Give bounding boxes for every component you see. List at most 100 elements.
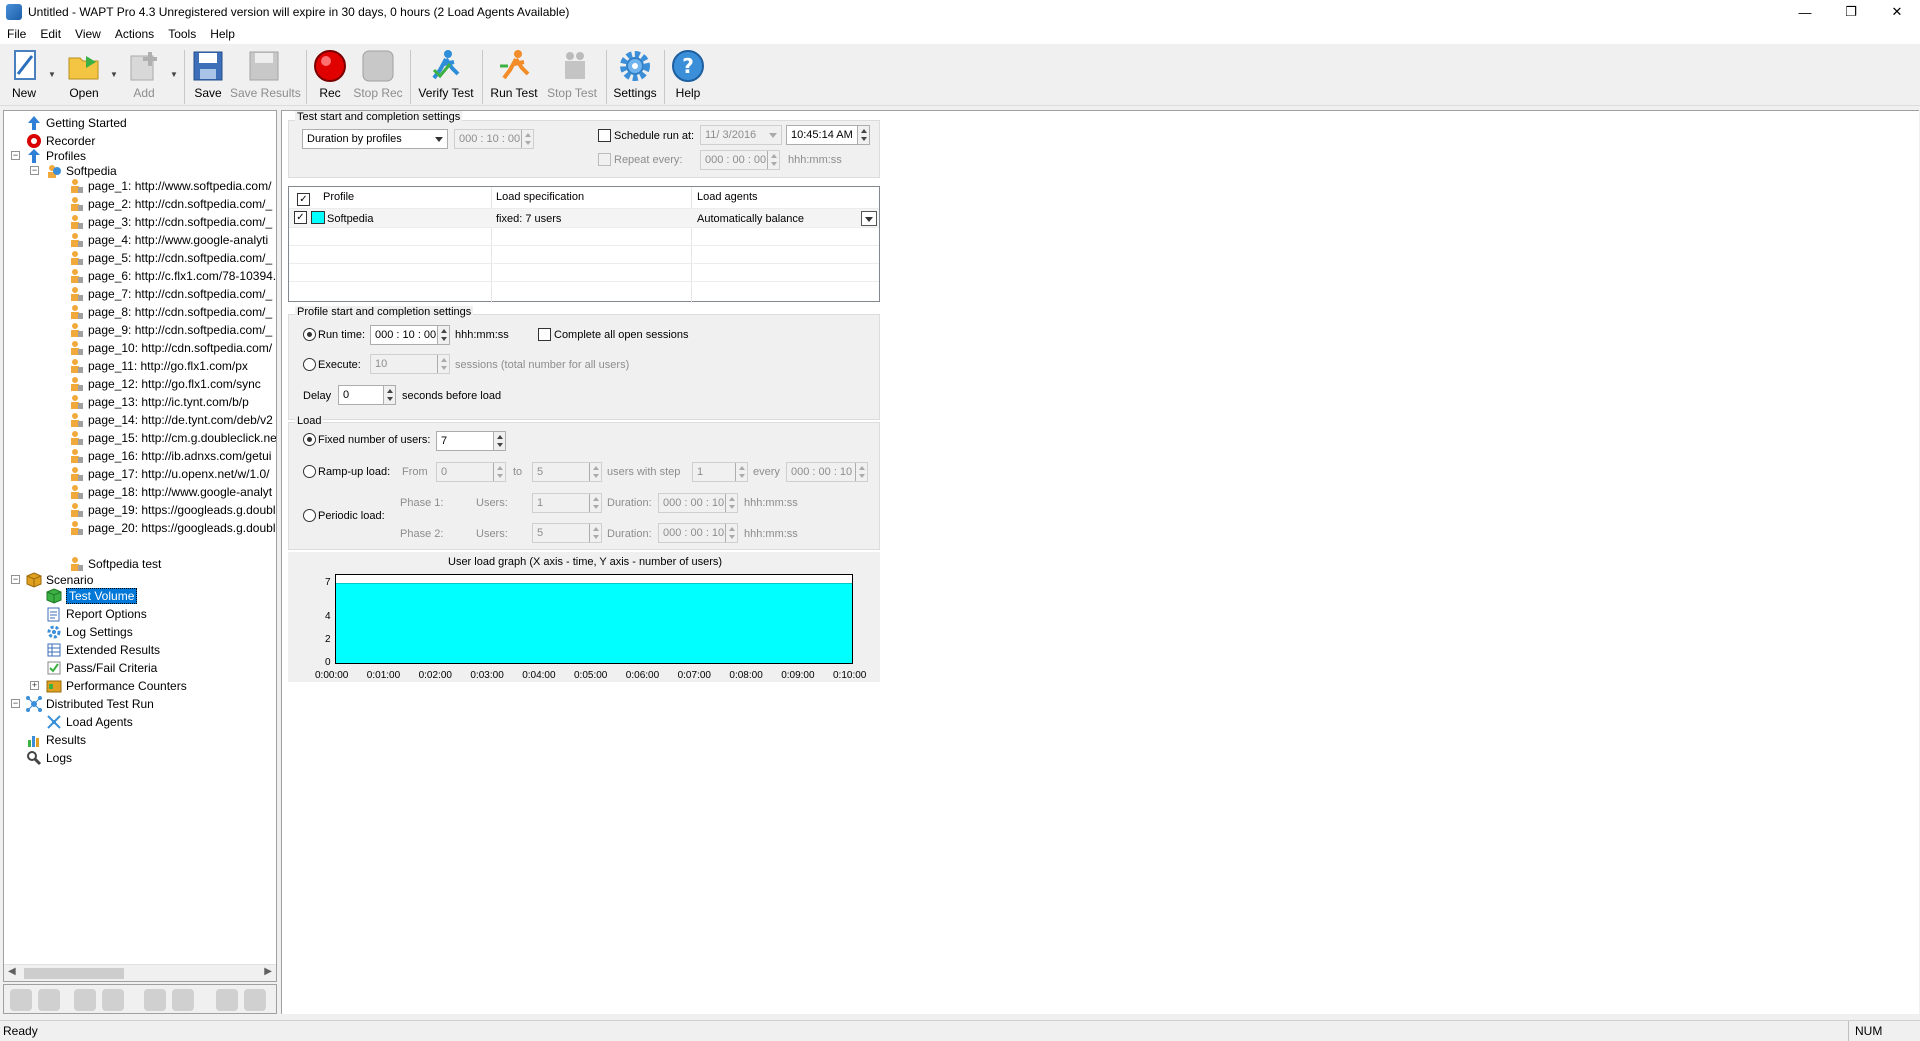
execute-sessions-field[interactable]: 10 bbox=[370, 354, 450, 374]
tree-node-page[interactable]: page_2: http://cdn.softpedia.com/_ bbox=[68, 195, 272, 213]
tree-node-page[interactable]: page_13: http://ic.tynt.com/b/p bbox=[68, 393, 249, 411]
paste-icon[interactable] bbox=[102, 989, 124, 1011]
spinner-icon[interactable] bbox=[767, 151, 779, 169]
select-all-checkbox[interactable]: ✓ bbox=[297, 193, 310, 206]
header-load-spec[interactable]: Load specification bbox=[496, 191, 584, 203]
tree-node-page[interactable]: page_4: http://www.google-analyti bbox=[68, 231, 268, 249]
spinner-icon[interactable] bbox=[589, 524, 601, 542]
tree-node-distributed-test-run[interactable]: Distributed Test Run bbox=[26, 695, 154, 713]
add-dropdown-arrow-icon[interactable]: ▼ bbox=[170, 70, 178, 79]
tree-node-log-settings[interactable]: Log Settings bbox=[46, 623, 133, 641]
load-agents-cell[interactable]: Automatically balance bbox=[697, 213, 804, 225]
minimize-button[interactable]: — bbox=[1782, 0, 1828, 24]
spinner-icon[interactable] bbox=[383, 386, 395, 404]
test-duration-field[interactable]: 000 : 10 : 00 bbox=[454, 129, 534, 149]
restore-button[interactable]: ❐ bbox=[1828, 0, 1874, 24]
tree-node-page[interactable]: page_19: https://googleads.g.doubl bbox=[68, 501, 276, 519]
menu-actions[interactable]: Actions bbox=[108, 27, 161, 41]
open-button[interactable]: Open bbox=[66, 48, 102, 104]
menu-tools[interactable]: Tools bbox=[161, 27, 203, 41]
tree-node-results[interactable]: Results bbox=[26, 731, 86, 749]
collapse-profiles-icon[interactable]: − bbox=[11, 151, 20, 160]
scroll-right-icon[interactable]: ▶ bbox=[264, 966, 272, 977]
spinner-icon[interactable] bbox=[437, 326, 449, 344]
collapse-scenario-icon[interactable]: − bbox=[11, 575, 20, 584]
new-button[interactable]: New bbox=[8, 48, 40, 104]
save-button[interactable]: Save bbox=[190, 48, 226, 104]
tree-node-pass-fail[interactable]: Pass/Fail Criteria bbox=[46, 659, 157, 677]
workspace-tree[interactable]: Getting Started Recorder − Profiles − So… bbox=[3, 110, 277, 982]
new-dropdown-arrow-icon[interactable]: ▼ bbox=[48, 70, 56, 79]
properties-gear-icon[interactable] bbox=[216, 989, 238, 1011]
ramp-from-field[interactable]: 0 bbox=[436, 462, 506, 482]
scrollbar-thumb[interactable] bbox=[24, 968, 124, 979]
spinner-icon[interactable] bbox=[857, 126, 869, 144]
tree-node-page[interactable]: page_16: http://ib.adnxs.com/getui bbox=[68, 447, 271, 465]
tree-node-performance-counters[interactable]: Performance Counters bbox=[46, 677, 187, 695]
phase2-duration-field[interactable]: 000 : 00 : 10 bbox=[658, 523, 738, 543]
options-gear-icon[interactable] bbox=[244, 989, 266, 1011]
delay-field[interactable]: 0 bbox=[338, 385, 396, 405]
spinner-icon[interactable] bbox=[855, 463, 867, 481]
copy-icon[interactable] bbox=[74, 989, 96, 1011]
menu-help[interactable]: Help bbox=[203, 27, 242, 41]
help-button[interactable]: ? Help bbox=[670, 48, 706, 104]
tree-node-report-options[interactable]: Report Options bbox=[46, 605, 147, 623]
spinner-icon[interactable] bbox=[725, 494, 737, 512]
spinner-icon[interactable] bbox=[735, 463, 747, 481]
tree-node-extended-results[interactable]: Extended Results bbox=[46, 641, 160, 659]
save-results-button[interactable]: Save Results bbox=[230, 48, 301, 104]
tree-node-page[interactable]: page_1: http://www.softpedia.com/ bbox=[68, 177, 271, 195]
tree-node-page[interactable]: page_14: http://de.tynt.com/deb/v2 bbox=[68, 411, 273, 429]
duration-mode-select[interactable]: Duration by profiles bbox=[302, 129, 448, 149]
stop-test-button[interactable]: Stop Test bbox=[546, 48, 598, 104]
settings-button[interactable]: Settings bbox=[612, 48, 658, 104]
add-button[interactable]: Add bbox=[126, 48, 162, 104]
spinner-icon[interactable] bbox=[493, 463, 505, 481]
tree-node-page[interactable]: page_9: http://cdn.softpedia.com/_ bbox=[68, 321, 272, 339]
tree-node-page[interactable]: page_12: http://go.flx1.com/sync bbox=[68, 375, 261, 393]
collapse-softpedia-icon[interactable]: − bbox=[30, 166, 39, 175]
spinner-icon[interactable] bbox=[437, 355, 449, 373]
execute-radio[interactable] bbox=[303, 358, 316, 371]
ramp-step-field[interactable]: 1 bbox=[692, 462, 748, 482]
schedule-time-field[interactable]: 10:45:14 AM bbox=[786, 125, 870, 145]
tree-node-logs[interactable]: Logs bbox=[26, 749, 72, 767]
stop-rec-button[interactable]: Stop Rec bbox=[352, 48, 404, 104]
collapse-distributed-icon[interactable]: − bbox=[11, 699, 20, 708]
profile-load-table[interactable]: ✓ Profile Load specification Load agents… bbox=[288, 186, 880, 303]
tree-node-page[interactable]: page_7: http://cdn.softpedia.com/_ bbox=[68, 285, 272, 303]
tree-node-page[interactable]: page_11: http://go.flx1.com/px bbox=[68, 357, 248, 375]
spinner-icon[interactable] bbox=[725, 524, 737, 542]
move-down-icon[interactable] bbox=[38, 989, 60, 1011]
verify-test-button[interactable]: Verify Test bbox=[416, 48, 476, 104]
tree-node-page[interactable]: page_5: http://cdn.softpedia.com/_ bbox=[68, 249, 272, 267]
expand-performance-counters-icon[interactable]: + bbox=[30, 681, 39, 690]
tree-node-page[interactable]: page_10: http://cdn.softpedia.com/ bbox=[68, 339, 272, 357]
fixed-users-radio[interactable] bbox=[303, 433, 316, 446]
tree-node-page[interactable]: page_20: https://googleads.g.doubl bbox=[68, 519, 276, 537]
menu-file[interactable]: File bbox=[0, 27, 33, 41]
schedule-date-picker[interactable]: 11/ 3/2016 bbox=[700, 125, 782, 145]
ramp-to-field[interactable]: 5 bbox=[532, 462, 602, 482]
tree-node-page[interactable]: page_18: http://www.google-analyt bbox=[68, 483, 272, 501]
tree-node-page[interactable]: page_3: http://cdn.softpedia.com/_ bbox=[68, 213, 272, 231]
spinner-icon[interactable] bbox=[521, 130, 533, 148]
tree-horizontal-scrollbar[interactable]: ◀ ▶ bbox=[4, 964, 276, 981]
header-profile[interactable]: Profile bbox=[323, 191, 354, 203]
schedule-run-checkbox[interactable] bbox=[598, 129, 611, 142]
spinner-icon[interactable] bbox=[589, 494, 601, 512]
complete-sessions-checkbox[interactable] bbox=[538, 328, 551, 341]
profile-color-swatch[interactable] bbox=[311, 211, 325, 224]
close-button[interactable]: ✕ bbox=[1874, 0, 1920, 24]
menu-edit[interactable]: Edit bbox=[33, 27, 68, 41]
header-load-agents[interactable]: Load agents bbox=[697, 191, 758, 203]
periodic-load-radio[interactable] bbox=[303, 509, 316, 522]
open-dropdown-arrow-icon[interactable]: ▼ bbox=[110, 70, 118, 79]
run-time-radio[interactable] bbox=[303, 328, 316, 341]
tree-node-page[interactable]: page_6: http://c.flx1.com/78-10394. bbox=[68, 267, 276, 285]
tree-node-page[interactable]: page_8: http://cdn.softpedia.com/_ bbox=[68, 303, 272, 321]
phase1-users-field[interactable]: 1 bbox=[532, 493, 602, 513]
load-agents-dropdown-button[interactable] bbox=[861, 211, 877, 226]
ramp-every-field[interactable]: 000 : 00 : 10 bbox=[786, 462, 868, 482]
